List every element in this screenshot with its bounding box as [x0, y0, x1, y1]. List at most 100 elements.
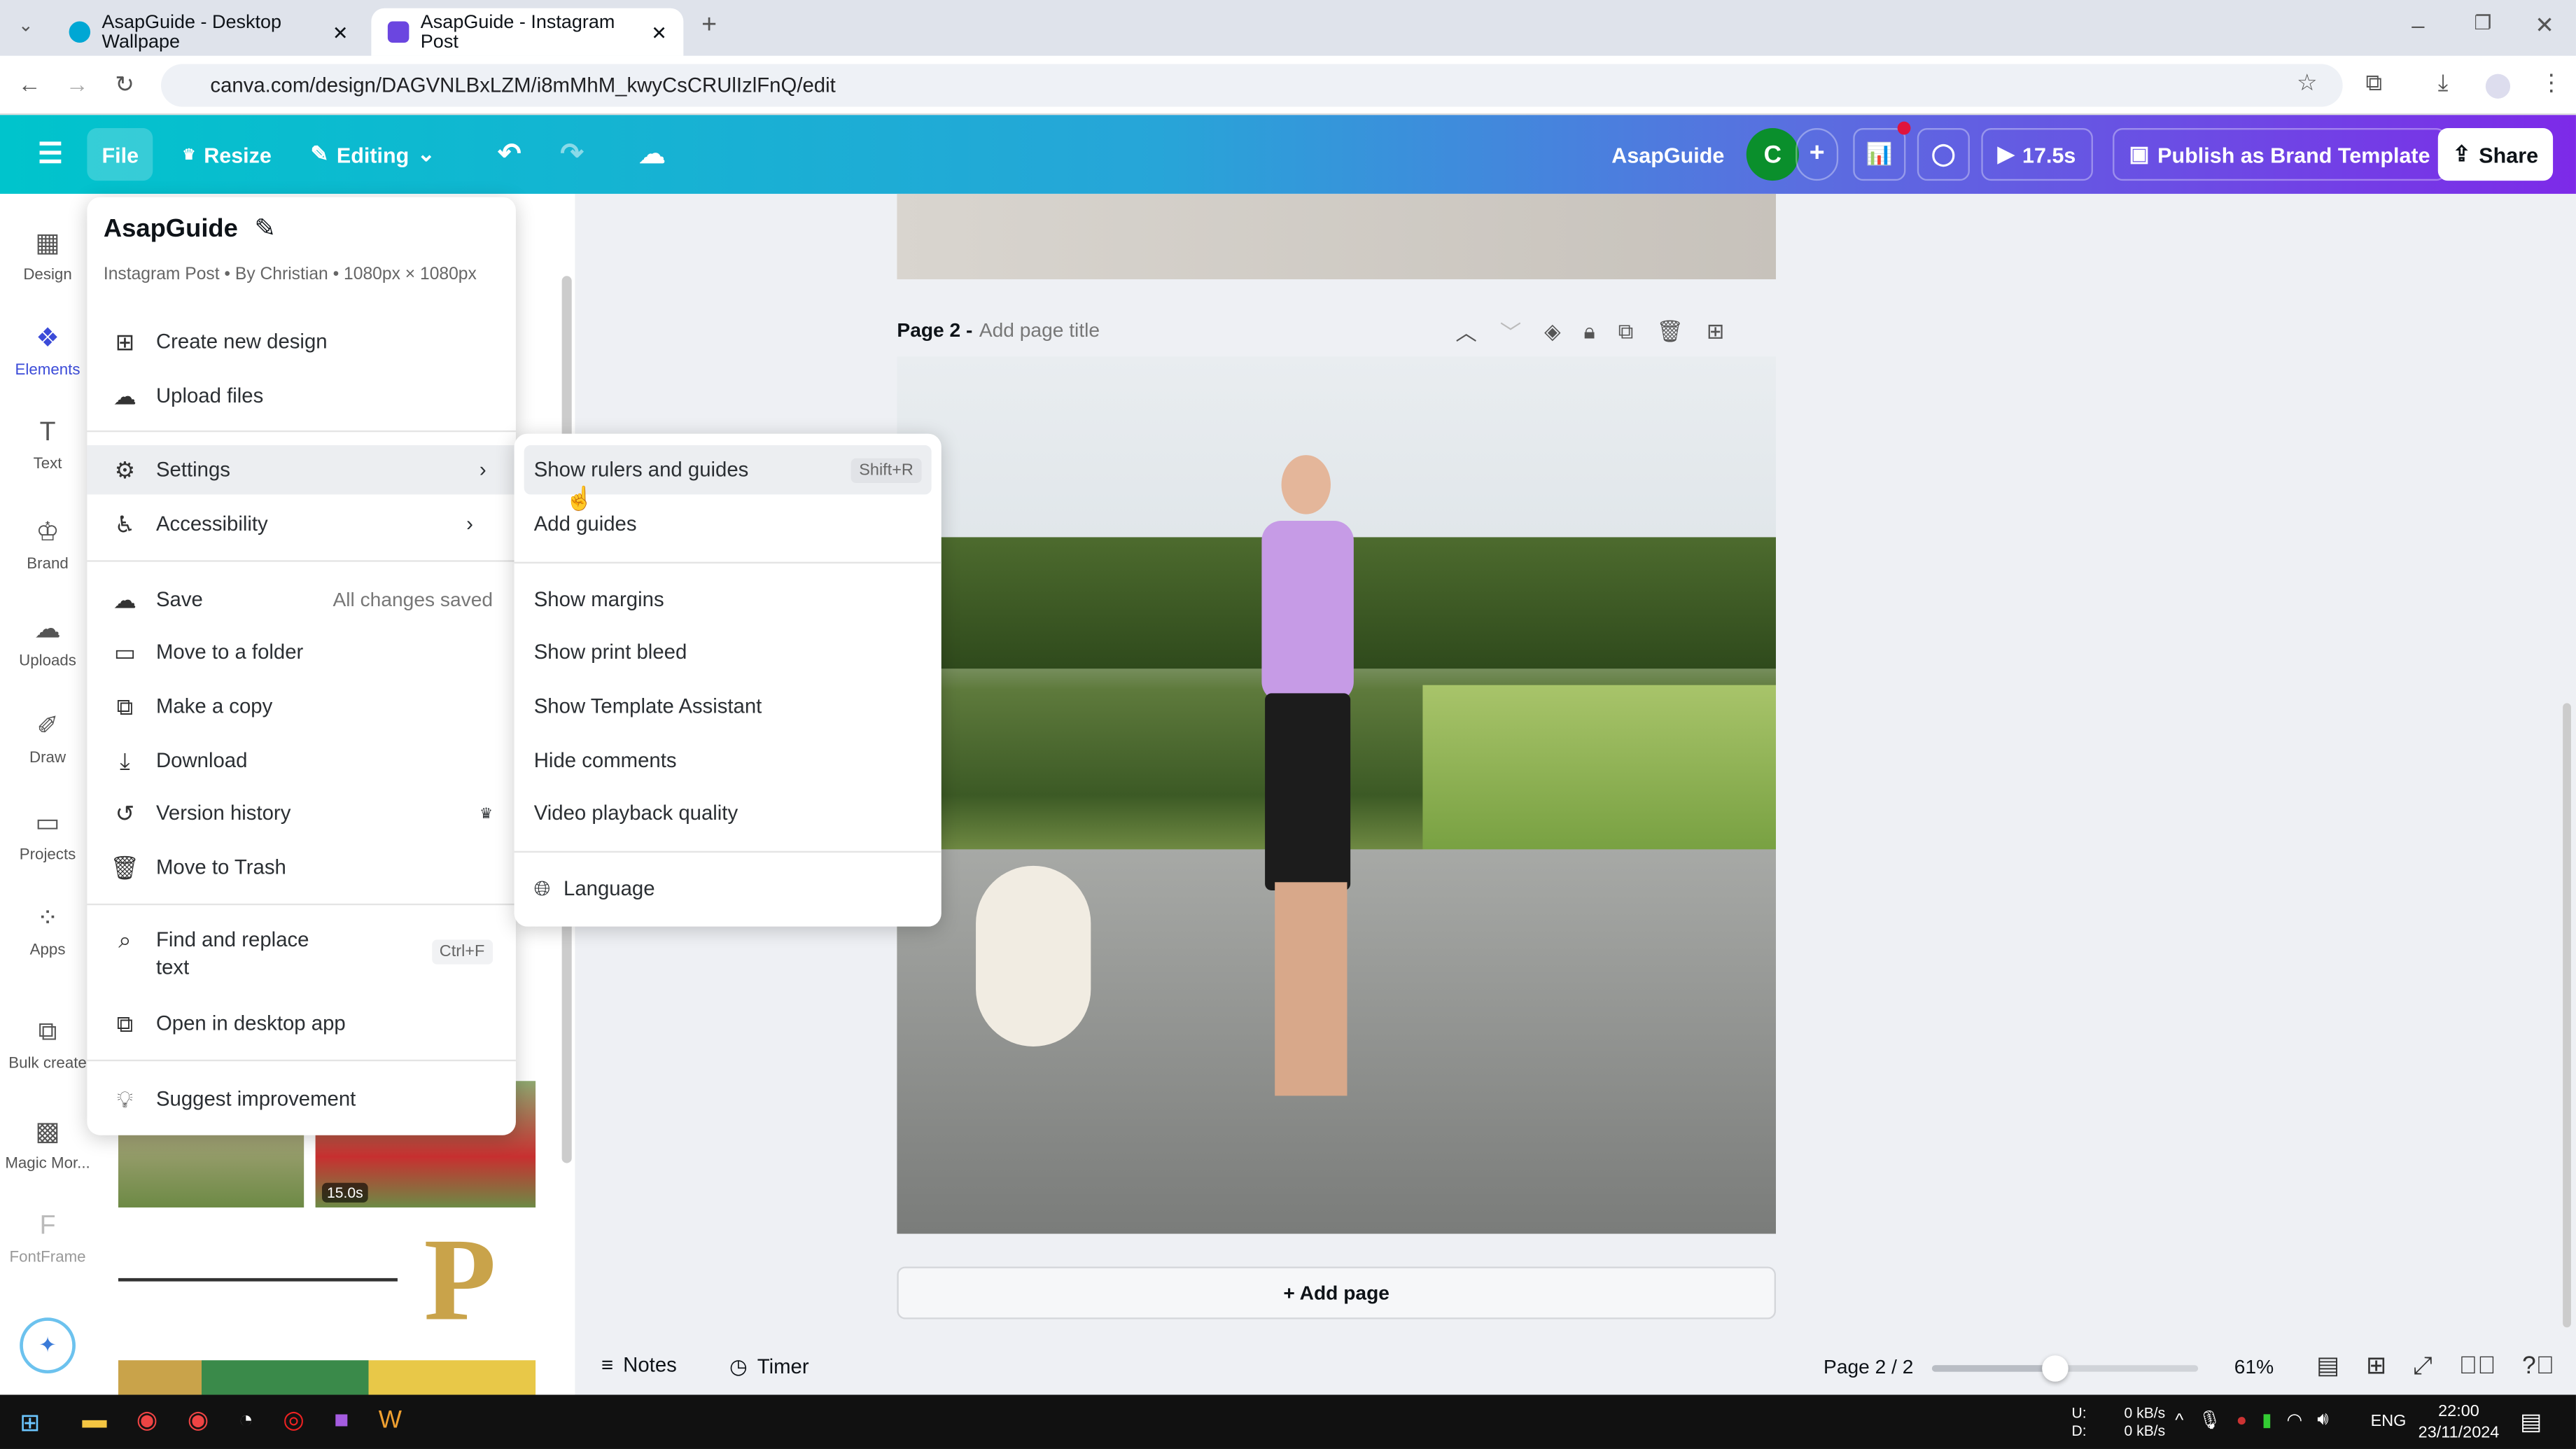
- rail-magic-morph[interactable]: ▩Magic Mor...: [0, 1116, 95, 1173]
- recorder-icon[interactable]: ◎: [283, 1405, 304, 1434]
- zoom-slider-handle[interactable]: [2042, 1355, 2068, 1382]
- menu-move-to-trash[interactable]: 🗑︎Move to Trash: [100, 843, 503, 892]
- file-explorer-icon[interactable]: ▬: [82, 1406, 106, 1434]
- canvas-scrollbar[interactable]: [2563, 703, 2571, 1327]
- rail-brand[interactable]: ♔Brand: [0, 516, 95, 573]
- menu-version-history[interactable]: ↺Version history♛: [100, 789, 503, 838]
- submenu-show-template-assistant[interactable]: Show Template Assistant: [524, 682, 932, 731]
- windows-start-icon[interactable]: ⊞: [20, 1408, 41, 1437]
- letter-graphic[interactable]: P: [424, 1212, 496, 1349]
- microphone-icon[interactable]: 🎙︎: [2199, 1410, 2222, 1432]
- downloads-icon[interactable]: ⤓: [2438, 69, 2449, 97]
- tab-list-icon[interactable]: ⌄: [18, 15, 34, 36]
- menu-make-copy[interactable]: ⧉Make a copy: [100, 682, 503, 731]
- rail-text[interactable]: TText: [0, 419, 95, 472]
- present-button[interactable]: ▶17.5s: [1981, 128, 2092, 181]
- record-icon[interactable]: ●: [2236, 1410, 2247, 1430]
- new-tab-icon[interactable]: +: [701, 11, 717, 41]
- edit-pencil-icon[interactable]: ✎: [254, 214, 276, 245]
- team-name[interactable]: AsapGuide: [1597, 128, 1739, 181]
- url-input[interactable]: canva.com/design/DAGVNLBxLZM/i8mMhM_kwyC…: [161, 64, 2343, 107]
- clock[interactable]: 22:0023/11/2024: [2418, 1401, 2500, 1444]
- page-1-preview[interactable]: [897, 194, 1776, 279]
- fullscreen-icon[interactable]: ⤢: [2413, 1351, 2432, 1379]
- add-page-icon[interactable]: ⊞: [1707, 318, 1725, 344]
- menu-save[interactable]: ☁SaveAll changes saved: [100, 575, 503, 624]
- back-icon[interactable]: ←: [18, 71, 41, 97]
- submenu-hide-comments[interactable]: Hide comments: [524, 736, 932, 785]
- chevron-up-icon[interactable]: ︿: [1455, 316, 1477, 347]
- help-icon[interactable]: ?⃝: [2522, 1351, 2554, 1379]
- submenu-show-margins[interactable]: Show margins: [524, 575, 932, 624]
- chrome-icon[interactable]: ◉: [188, 1405, 209, 1434]
- menu-accessibility[interactable]: ♿︎Accessibility›: [100, 499, 503, 548]
- hide-icon[interactable]: ◈: [1544, 318, 1560, 344]
- resize-button[interactable]: ♛Resize: [167, 128, 286, 181]
- video-editor-icon[interactable]: ■: [334, 1406, 349, 1434]
- share-button[interactable]: ⇪Share: [2438, 128, 2553, 181]
- page-2-image[interactable]: [897, 356, 1776, 1233]
- notifications-icon[interactable]: ▤: [2520, 1408, 2542, 1436]
- submenu-language[interactable]: 🌐︎Language: [524, 864, 932, 913]
- chrome-icon[interactable]: ◉: [136, 1405, 158, 1434]
- menu-move-to-folder[interactable]: ▭Move to a folder: [100, 628, 503, 677]
- check-icon[interactable]: ✓⃝: [2459, 1351, 2496, 1379]
- rail-uploads[interactable]: ☁Uploads: [0, 612, 95, 670]
- forward-icon[interactable]: →: [66, 71, 89, 97]
- close-window-icon[interactable]: ✕: [2535, 11, 2554, 39]
- notes-button[interactable]: ≡Notes: [601, 1354, 677, 1377]
- timer-button[interactable]: ◷Timer: [729, 1354, 809, 1378]
- app-icon[interactable]: W: [379, 1406, 402, 1434]
- menu-download[interactable]: ⤓Download: [100, 736, 503, 785]
- browser-tab[interactable]: AsapGuide - Desktop Wallpape✕: [52, 8, 365, 56]
- lock-icon[interactable]: 🔒︎: [1583, 318, 1595, 344]
- rail-projects[interactable]: ▭Projects: [0, 806, 95, 864]
- menu-find-replace[interactable]: ⌕Find and replace textCtrl+F: [100, 927, 503, 986]
- browser-menu-icon[interactable]: ⋮: [2540, 69, 2563, 97]
- zoom-slider[interactable]: [1932, 1365, 2198, 1371]
- close-tab-icon[interactable]: ✕: [651, 20, 667, 43]
- profile-icon[interactable]: [2486, 74, 2510, 99]
- browser-tab-active[interactable]: AsapGuide - Instagram Post✕: [371, 8, 683, 56]
- clock-app-icon[interactable]: ◔: [239, 1406, 253, 1434]
- avatar[interactable]: C: [1746, 128, 1799, 181]
- thumbnail[interactable]: [118, 1360, 536, 1394]
- bookmark-star-icon[interactable]: ☆: [2297, 69, 2317, 97]
- volume-icon[interactable]: 🔊︎: [2317, 1410, 2328, 1432]
- rail-apps[interactable]: ⁘Apps: [0, 902, 95, 959]
- invite-plus-button[interactable]: +: [1795, 128, 1838, 181]
- page-count[interactable]: Page 2 / 2: [1823, 1355, 1913, 1378]
- wifi-icon[interactable]: ◠: [2287, 1410, 2303, 1432]
- line-element[interactable]: [118, 1278, 398, 1282]
- cloud-saved-icon[interactable]: ☁: [624, 128, 680, 181]
- duplicate-icon[interactable]: ⧉: [1618, 318, 1634, 344]
- menu-icon[interactable]: ☰: [23, 128, 78, 181]
- design-title[interactable]: AsapGuide✎: [104, 214, 276, 245]
- gpu-icon[interactable]: ▮: [2262, 1410, 2272, 1432]
- add-page-button[interactable]: + Add page: [897, 1266, 1776, 1319]
- rail-bulk-create[interactable]: ⧉Bulk create: [0, 1018, 95, 1072]
- redo-icon[interactable]: ↷: [545, 128, 598, 181]
- menu-create-new-design[interactable]: ⊞Create new design: [100, 317, 503, 366]
- rail-elements[interactable]: ❖Elements: [0, 322, 95, 379]
- rail-draw[interactable]: ✐Draw: [0, 710, 95, 767]
- chevron-down-icon[interactable]: ﹀: [1500, 316, 1522, 347]
- publish-brand-template-button[interactable]: ▣Publish as Brand Template: [2113, 128, 2446, 181]
- restore-icon[interactable]: ❐: [2474, 11, 2491, 34]
- file-button[interactable]: File: [87, 128, 153, 181]
- rail-fontframe[interactable]: FFontFrame: [0, 1212, 95, 1266]
- close-tab-icon[interactable]: ✕: [332, 20, 349, 43]
- reload-icon[interactable]: ↻: [115, 71, 134, 99]
- language-indicator[interactable]: ENG: [2371, 1413, 2407, 1431]
- editing-mode-button[interactable]: ✎Editing⌄: [295, 128, 449, 181]
- menu-open-desktop-app[interactable]: ⧉Open in desktop app: [100, 999, 503, 1048]
- page-title-input[interactable]: Add page title: [979, 318, 1100, 342]
- page-view-icon[interactable]: ▤: [2316, 1350, 2339, 1380]
- tray-expand-icon[interactable]: ^: [2175, 1410, 2183, 1430]
- comment-icon[interactable]: ◯: [1917, 128, 1970, 181]
- submenu-show-print-bleed[interactable]: Show print bleed: [524, 628, 932, 677]
- menu-settings[interactable]: ⚙Settings›: [87, 445, 516, 494]
- minimize-icon[interactable]: –: [2412, 11, 2424, 38]
- submenu-video-playback-quality[interactable]: Video playback quality: [524, 789, 932, 838]
- grid-view-icon[interactable]: ⊞: [2366, 1350, 2387, 1380]
